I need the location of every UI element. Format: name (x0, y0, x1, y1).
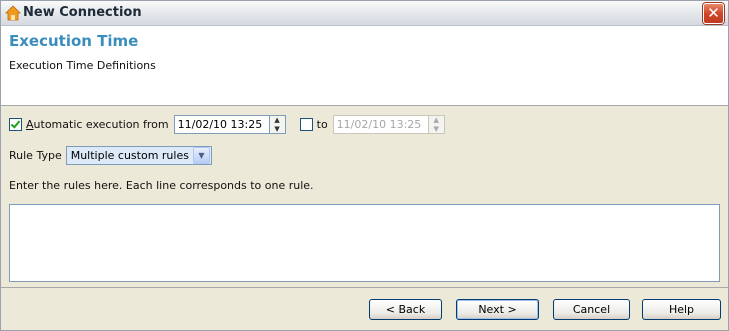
wizard-footer: < Back Next > Cancel Help (1, 287, 728, 330)
rule-type-label: Rule Type (9, 149, 62, 162)
spin-down-icon: ▼ (433, 124, 439, 133)
spin-down-icon[interactable]: ▼ (270, 125, 285, 134)
rule-type-select[interactable]: Multiple custom rules ▼ (65, 146, 212, 165)
cancel-button[interactable]: Cancel (553, 299, 630, 320)
spin-up-icon: ▲ (433, 116, 439, 124)
to-label[interactable]: to (317, 118, 328, 131)
title-bar[interactable]: New Connection ✕ (1, 1, 728, 26)
wizard-header: Execution Time Execution Time Definition… (1, 26, 728, 106)
rule-type-row: Rule Type Multiple custom rules ▼ (9, 146, 212, 165)
page-title: Execution Time (9, 32, 139, 50)
rules-instructions: Enter the rules here. Each line correspo… (9, 179, 314, 192)
page-subtitle: Execution Time Definitions (9, 59, 156, 72)
spin-up-icon[interactable]: ▲ (270, 116, 285, 125)
to-datetime-spinner: 11/02/10 13:25 ▲ ▼ (332, 115, 445, 134)
rule-type-selected[interactable]: Multiple custom rules (67, 147, 193, 164)
execution-time-row: Automatic execution from 11/02/10 13:25 … (9, 115, 445, 134)
window-title: New Connection (23, 5, 142, 20)
from-spinner-buttons[interactable]: ▲ ▼ (269, 115, 286, 134)
automatic-execution-label[interactable]: Automatic execution from (26, 118, 169, 131)
automatic-execution-checkbox[interactable] (9, 118, 22, 131)
to-checkbox[interactable] (299, 118, 313, 131)
from-datetime-spinner[interactable]: 11/02/10 13:25 ▲ ▼ (173, 115, 286, 134)
help-button[interactable]: Help (642, 299, 721, 320)
from-datetime-field[interactable]: 11/02/10 13:25 (173, 115, 270, 134)
wizard-content: Automatic execution from 11/02/10 13:25 … (1, 107, 728, 287)
back-button[interactable]: < Back (369, 299, 442, 320)
close-icon: ✕ (707, 4, 720, 22)
to-datetime-field: 11/02/10 13:25 (332, 115, 429, 134)
chevron-down-icon[interactable]: ▼ (192, 147, 210, 164)
rules-instructions-row: Enter the rules here. Each line correspo… (9, 179, 314, 192)
close-button[interactable]: ✕ (703, 3, 724, 24)
next-button[interactable]: Next > (456, 299, 539, 320)
to-spinner-buttons: ▲ ▼ (428, 115, 445, 134)
rules-textarea[interactable] (9, 204, 720, 282)
new-connection-dialog: New Connection ✕ Execution Time Executio… (0, 0, 729, 331)
house-icon (5, 5, 21, 21)
